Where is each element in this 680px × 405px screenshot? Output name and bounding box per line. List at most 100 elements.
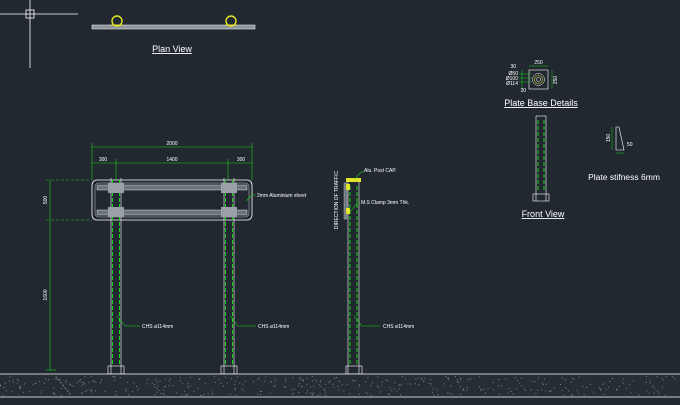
gravel-dot xyxy=(542,384,544,385)
gravel-dot xyxy=(19,385,21,387)
gravel-dot xyxy=(436,389,438,391)
gravel-dot xyxy=(258,377,260,379)
gravel-dot xyxy=(67,390,69,392)
gravel-dot xyxy=(604,382,605,384)
gravel-dot xyxy=(63,385,64,387)
gravel-dot xyxy=(534,381,536,383)
gravel-dot xyxy=(234,389,236,391)
gravel-dot xyxy=(60,394,62,396)
gravel-dot xyxy=(256,393,258,395)
gravel-dot xyxy=(68,392,70,394)
gravel-dot xyxy=(630,392,632,394)
gravel-dot xyxy=(448,377,449,379)
gravel-dot xyxy=(573,378,575,380)
gravel-dot xyxy=(200,395,202,396)
gravel-dot xyxy=(4,382,6,384)
gravel-dot xyxy=(307,390,308,391)
gravel-dot xyxy=(507,392,509,394)
gravel-dot xyxy=(45,378,47,380)
gravel-dot xyxy=(578,376,580,378)
gravel-dot xyxy=(378,386,380,388)
gravel-dot xyxy=(285,380,287,382)
gravel-dot xyxy=(583,394,585,396)
gravel-dot xyxy=(205,383,206,385)
gravel-dot xyxy=(59,378,61,380)
gravel-dot xyxy=(0,384,1,386)
gravel-dot xyxy=(622,378,624,380)
gravel-dot xyxy=(661,377,663,379)
gravel-dot xyxy=(543,378,545,380)
gravel-dot xyxy=(359,384,361,385)
gravel-dot xyxy=(275,380,277,382)
gravel-dot xyxy=(618,386,620,388)
gravel-dot xyxy=(292,393,294,395)
gravel-dot xyxy=(460,377,462,379)
gravel-dot xyxy=(65,382,67,383)
gravel-dot xyxy=(176,392,178,394)
gravel-dot xyxy=(260,391,262,392)
gravel-dot xyxy=(423,380,425,382)
gravel-dot xyxy=(306,384,308,386)
gravel-dot xyxy=(560,384,561,385)
gravel-dot xyxy=(542,382,543,384)
gravel-dot xyxy=(292,377,294,379)
cad-drawing-canvas[interactable]: Plan View 2000 300 1400 300 500 1600 2mm… xyxy=(0,0,680,405)
gravel-dot xyxy=(58,380,60,381)
side-leaders xyxy=(350,171,380,327)
gravel-dot xyxy=(305,392,307,394)
gravel-dot xyxy=(156,381,158,383)
gravel-dot xyxy=(571,394,573,396)
gravel-dot xyxy=(298,391,300,393)
gravel-dot xyxy=(91,389,93,391)
gravel-dot xyxy=(593,391,595,393)
gravel-dot xyxy=(537,378,539,380)
gravel-dot xyxy=(126,381,128,383)
gravel-dot xyxy=(523,388,525,390)
gravel-dot xyxy=(306,377,308,379)
gravel-dot xyxy=(602,383,604,385)
gravel-dot xyxy=(508,388,510,390)
gravel-dot xyxy=(665,376,667,378)
gravel-dot xyxy=(55,378,57,380)
gravel-dot xyxy=(53,387,55,389)
gravel-dot xyxy=(53,392,55,394)
gravel-dot xyxy=(38,380,40,382)
gravel-dot xyxy=(451,393,453,395)
gravel-dot xyxy=(84,376,86,378)
gravel-dot xyxy=(234,380,236,382)
gravel-dot xyxy=(418,377,420,379)
gravel-dot xyxy=(656,376,658,378)
gravel-dot xyxy=(479,376,481,378)
gravel-dot xyxy=(480,389,481,391)
gravel-dot xyxy=(407,383,409,385)
gravel-dot xyxy=(428,383,430,384)
gravel-dot xyxy=(389,387,391,389)
gravel-dot xyxy=(163,386,165,388)
gravel-dot xyxy=(498,379,500,380)
gravel-dot xyxy=(136,386,138,387)
gravel-dot xyxy=(553,387,555,389)
gravel-dot xyxy=(168,380,170,382)
gravel-dot xyxy=(499,393,500,395)
gravel-dot xyxy=(600,389,602,391)
gravel-dot xyxy=(367,377,369,378)
gravel-dot xyxy=(458,381,460,383)
gravel-dot xyxy=(137,389,138,391)
gravel-dot xyxy=(294,388,296,390)
gravel-dot xyxy=(399,384,401,386)
gravel-dot xyxy=(608,386,609,388)
gravel-dot xyxy=(320,386,322,388)
gravel-dot xyxy=(398,388,400,390)
gravel-dot xyxy=(519,382,521,384)
gravel-dot xyxy=(23,383,25,385)
gravel-dot xyxy=(456,379,458,380)
base-dia-3: Ø114 xyxy=(506,81,518,87)
gravel-dot xyxy=(265,376,267,378)
gravel-dot xyxy=(41,390,43,392)
side-post-label: CHS ø114mm xyxy=(383,324,414,330)
gravel-dot xyxy=(156,391,158,393)
gravel-dot xyxy=(93,380,95,382)
gravel-dot xyxy=(312,385,314,387)
vertical-dimensions xyxy=(46,179,92,371)
gravel-dot xyxy=(34,382,36,384)
